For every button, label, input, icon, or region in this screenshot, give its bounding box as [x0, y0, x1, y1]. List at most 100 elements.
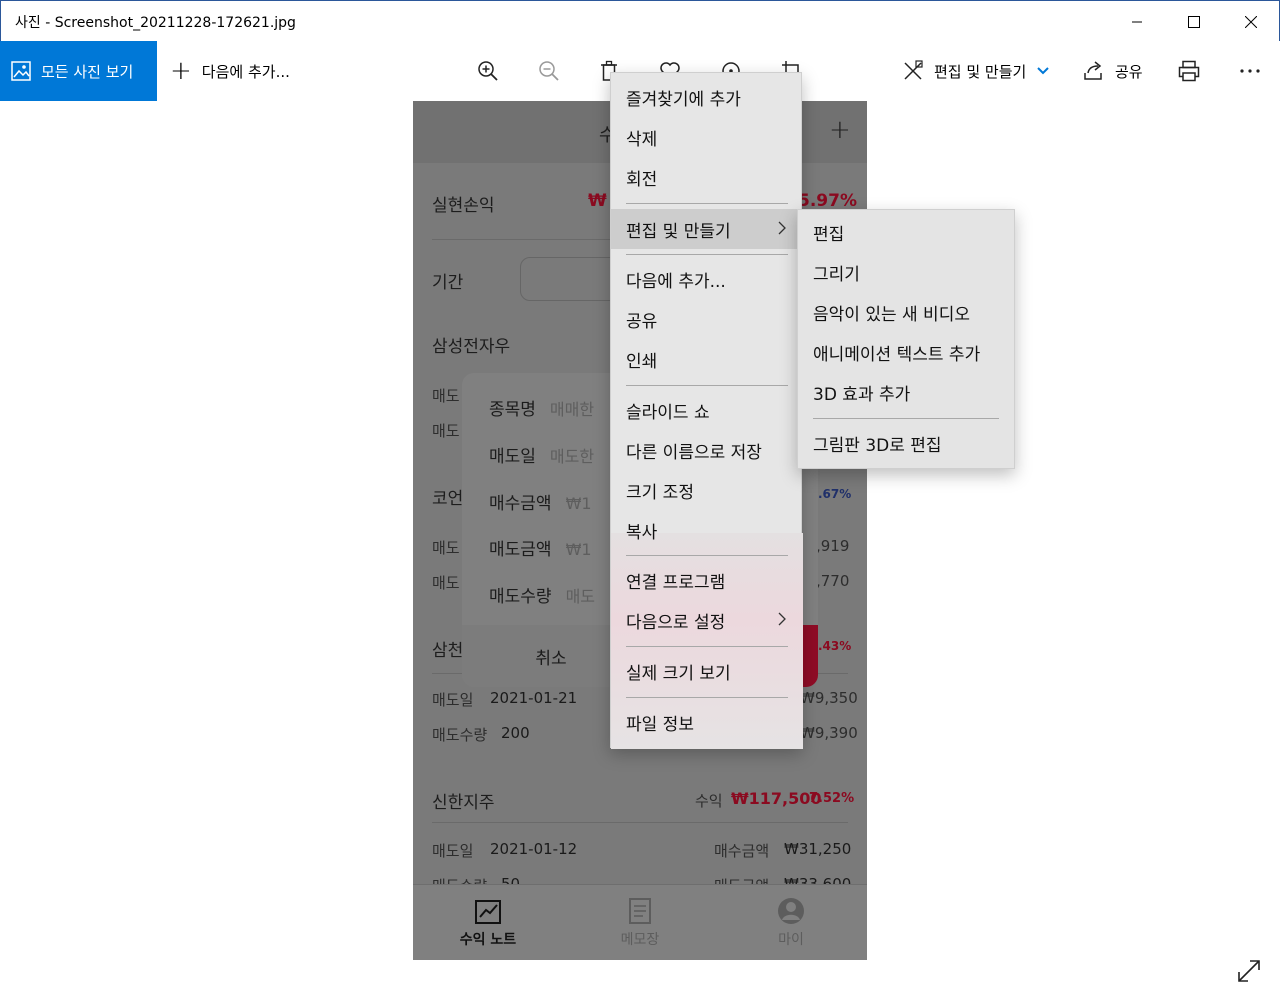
menu-separator [626, 203, 788, 204]
nav-item: 마이 [741, 897, 841, 949]
menu-item-open-with[interactable]: 연결 프로그램 [611, 560, 801, 600]
print-icon [1178, 60, 1200, 82]
submenu-item-new-video[interactable]: 음악이 있는 새 비디오 [798, 292, 1014, 332]
edit-create-label: 편집 및 만들기 [934, 62, 1027, 81]
item-value: ₩9,390 [800, 724, 858, 742]
item-name: 신한지주 [432, 793, 495, 813]
edit-create-icon [904, 60, 923, 80]
menu-item-edit-create[interactable]: 편집 및 만들기 [611, 209, 801, 249]
zoom-out-button[interactable] [535, 57, 563, 85]
close-button[interactable] [1222, 1, 1279, 42]
dialog-row: 매도금액 ₩1 [489, 540, 592, 560]
maximize-icon [1187, 15, 1200, 28]
buy-amount: ₩31,250 [784, 840, 852, 858]
menu-item-resize[interactable]: 크기 조정 [611, 470, 801, 510]
item-value: ,770 [816, 572, 850, 590]
submenu-item-draw[interactable]: 그리기 [798, 252, 1014, 292]
full-screen-button[interactable] [1236, 958, 1262, 984]
menu-separator [626, 555, 788, 556]
nav-item: 수익 노트 [438, 897, 538, 949]
divider [432, 822, 848, 823]
more-button[interactable] [1236, 57, 1264, 85]
photo-icon [11, 61, 31, 81]
add-to-label: 다음에 추가... [201, 62, 290, 81]
all-photos-button[interactable]: 모든 사진 보기 [0, 41, 157, 101]
dialog-row: 종목명 매매한 [489, 400, 595, 420]
item-sub: 매도 [432, 422, 460, 440]
minimize-button[interactable] [1108, 1, 1165, 42]
sell-date-label: 매도일 [432, 842, 474, 860]
item-sub: 매도 [432, 539, 460, 557]
plus-icon: + [170, 56, 192, 86]
submenu-item-paint3d[interactable]: 그림판 3D로 편집 [798, 423, 1014, 463]
more-icon [1240, 69, 1260, 73]
menu-item-rotate[interactable]: 회전 [611, 157, 801, 197]
realized-pnl-pct: 5.97% [798, 191, 857, 211]
period-label: 기간 [432, 273, 464, 293]
item-name: 삼성전자우 [432, 337, 511, 357]
item-name: 삼천 [432, 641, 464, 661]
sell-date: 2021-01-21 [490, 689, 578, 707]
nav-item: 메모장 [590, 897, 690, 949]
item-name: 코언 [432, 489, 464, 509]
title-bar: 사진 - Screenshot_20211228-172621.jpg [0, 0, 1280, 41]
share-button[interactable]: 공유 [1083, 41, 1143, 101]
menu-item-file-info[interactable]: 파일 정보 [611, 702, 801, 742]
zoom-out-icon [539, 61, 559, 81]
profile-icon [778, 898, 804, 924]
chevron-down-icon [1037, 67, 1050, 75]
item-value: ,919 [816, 537, 850, 555]
dialog-row: 매도수량 매도 [489, 587, 596, 607]
all-photos-label: 모든 사진 보기 [41, 62, 134, 81]
profit-value: ₩117,500 [731, 789, 822, 808]
add-to-button[interactable]: + 다음에 추가... [170, 41, 290, 101]
menu-item-add-favorite[interactable]: 즐겨찾기에 추가 [611, 77, 801, 117]
memo-icon [629, 898, 651, 924]
menu-item-actual-size[interactable]: 실제 크기 보기 [611, 651, 801, 691]
menu-item-add-to[interactable]: 다음에 추가... [611, 259, 801, 299]
edit-create-button[interactable]: 편집 및 만들기 [902, 41, 1060, 101]
sell-date: 2021-01-12 [490, 840, 578, 858]
maximize-button[interactable] [1165, 1, 1222, 42]
menu-separator [626, 646, 788, 647]
menu-item-print[interactable]: 인쇄 [611, 339, 801, 379]
submenu-item-3d-effects[interactable]: 3D 효과 추가 [798, 372, 1014, 412]
menu-item-slideshow[interactable]: 슬라이드 쇼 [611, 390, 801, 430]
add-icon: + [829, 115, 851, 145]
chevron-right-icon [778, 221, 786, 235]
close-icon [1244, 15, 1257, 28]
menu-separator [813, 418, 999, 419]
app-bottom-nav: 수익 노트 메모장 마이 [413, 884, 867, 960]
chevron-right-icon [778, 612, 786, 626]
sell-qty-label: 매도수량 [432, 726, 488, 744]
edit-create-submenu: 편집 그리기 음악이 있는 새 비디오 애니메이션 텍스트 추가 3D 효과 추… [797, 209, 1015, 469]
dialog-row: 매수금액 ₩1 [489, 494, 592, 514]
chart-note-icon [475, 900, 501, 924]
profit-pct: 7.52% [809, 791, 855, 806]
menu-item-delete[interactable]: 삭제 [611, 117, 801, 157]
submenu-item-edit[interactable]: 편집 [798, 212, 1014, 252]
window-title: 사진 - Screenshot_20211228-172621.jpg [15, 15, 296, 31]
menu-separator [626, 385, 788, 386]
item-sub: 매도 [432, 387, 460, 405]
sell-date-label: 매도일 [432, 691, 474, 709]
share-icon [1084, 61, 1102, 80]
buy-amount-label: 매수금액 [714, 842, 770, 860]
item-sub: 매도 [432, 574, 460, 592]
menu-item-share[interactable]: 공유 [611, 299, 801, 339]
realized-pnl-label: 실현손익 [432, 196, 495, 216]
menu-item-save-as[interactable]: 다른 이름으로 저장 [611, 430, 801, 470]
share-label: 공유 [1115, 62, 1143, 81]
menu-item-set-as[interactable]: 다음으로 설정 [611, 600, 801, 640]
minimize-icon [1131, 21, 1142, 22]
print-button[interactable] [1175, 57, 1203, 85]
profit-label: 수익 [695, 792, 723, 810]
sell-qty: 200 [501, 724, 530, 742]
context-menu: 즐겨찾기에 추가 삭제 회전 편집 및 만들기 다음에 추가... 공유 인쇄 … [610, 72, 803, 749]
menu-separator [626, 254, 788, 255]
item-pct: .67% [818, 487, 852, 501]
zoom-in-button[interactable] [474, 57, 502, 85]
menu-item-copy[interactable]: 복사 [611, 510, 801, 550]
menu-separator [626, 697, 788, 698]
submenu-item-animated-text[interactable]: 애니메이션 텍스트 추가 [798, 332, 1014, 372]
